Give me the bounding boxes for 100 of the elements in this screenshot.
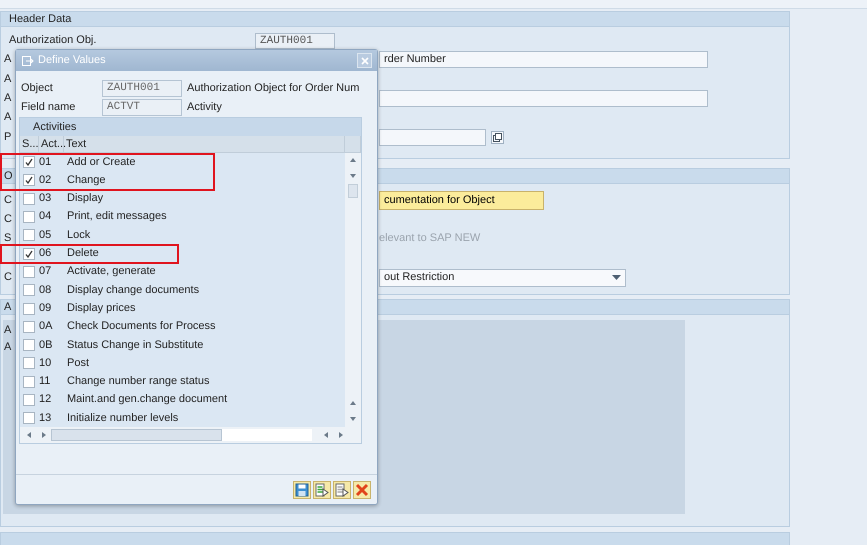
column-header[interactable]: Act... (39, 136, 64, 153)
table-title: Activities (33, 121, 76, 133)
table-cell: 04 (39, 210, 52, 222)
scrollbar-thumb[interactable] (51, 429, 222, 442)
table-cell: 01 (39, 156, 52, 168)
cancel-icon (355, 482, 369, 496)
scroll-right-icon (337, 431, 345, 440)
note-text: elevant to SAP NEW (379, 232, 480, 246)
scroll-left-icon (322, 431, 330, 440)
table-cell: Maint.and gen.change document (67, 393, 228, 406)
checkbox[interactable] (23, 394, 35, 406)
table-cell: 03 (39, 192, 52, 204)
save-icon (295, 482, 309, 496)
table-cell: Change number range status (67, 375, 210, 388)
column-label: A (4, 324, 12, 336)
field-label: A (4, 53, 12, 66)
field-label: Field name (21, 100, 76, 113)
close-icon (360, 56, 368, 64)
window-icon (22, 56, 34, 66)
field-label: Object (21, 82, 53, 94)
checkbox[interactable] (23, 320, 35, 333)
save-button[interactable] (293, 480, 311, 498)
input-field[interactable] (379, 90, 708, 108)
scroll-down-icon (349, 172, 357, 180)
table-cell: Display (67, 192, 104, 204)
table-cell: Initialize number levels (67, 412, 178, 424)
remove-button[interactable] (333, 480, 351, 498)
checkbox[interactable] (23, 376, 35, 388)
table-cell: Lock (67, 228, 90, 241)
field-label: C (4, 213, 12, 226)
vertical-scrollbar[interactable] (345, 153, 361, 428)
dropdown-caret-icon (612, 274, 621, 281)
copy-icon (493, 132, 502, 142)
close-button[interactable] (357, 53, 372, 68)
column-header[interactable]: Text (64, 136, 345, 153)
field-description: Activity (187, 100, 222, 114)
table-cell: Delete (67, 247, 99, 260)
checkbox[interactable] (23, 248, 35, 260)
table-cell: 12 (39, 393, 52, 406)
table-cell: Status Change in Substitute (67, 338, 204, 351)
table-cell: 05 (39, 228, 52, 241)
scroll-up-icon (349, 399, 357, 408)
checkbox[interactable] (23, 211, 35, 224)
field-label: C (4, 194, 12, 206)
checkbox[interactable] (23, 302, 35, 315)
table-cell: 10 (39, 356, 52, 369)
checkbox[interactable] (23, 174, 35, 186)
table-cell: Check Documents for Process (67, 320, 216, 332)
input-field[interactable]: ZAUTH001 (255, 32, 335, 49)
horizontal-scrollbar[interactable] (20, 427, 361, 444)
document-arrow-icon (335, 482, 349, 496)
table-cell: Change (67, 174, 106, 186)
table-cell: 0B (39, 338, 52, 351)
field-label: A (4, 72, 12, 85)
column-header[interactable]: S... (20, 136, 39, 153)
copy-button[interactable] (491, 130, 504, 144)
scroll-down-icon (349, 415, 357, 424)
table-cell: Display change documents (67, 284, 200, 296)
field-label: S (4, 232, 12, 244)
cancel-button[interactable] (353, 480, 371, 498)
checkbox[interactable] (23, 266, 35, 278)
checkbox[interactable] (23, 339, 35, 352)
field-description: Authorization Object for Order Num (187, 82, 360, 96)
checkbox[interactable] (23, 156, 35, 168)
document-arrow-icon (315, 482, 329, 496)
section-title: O (4, 170, 13, 182)
field-label: C (4, 271, 12, 284)
dropdown-value: out Restriction (384, 271, 454, 284)
scroll-right-icon (40, 431, 48, 440)
table-cell: Display prices (67, 302, 136, 314)
documentation-button[interactable]: cumentation for Object (379, 190, 544, 210)
table-cell: 07 (39, 265, 52, 278)
table-cell: Post (67, 356, 90, 369)
table-cell: 02 (39, 174, 52, 186)
section-title: Header Data (9, 13, 72, 25)
dropdown-field[interactable]: out Restriction (379, 268, 626, 287)
input-field[interactable]: rder Number (379, 51, 708, 68)
checkbox[interactable] (23, 229, 35, 242)
table-cell: 06 (39, 247, 52, 260)
check-icon (25, 158, 33, 166)
table-cell: Print, edit messages (67, 210, 167, 222)
checkbox[interactable] (23, 284, 35, 296)
checkbox[interactable] (23, 192, 35, 205)
field-label: A (4, 111, 12, 124)
input-field[interactable]: ACTVT (102, 99, 182, 116)
check-icon (25, 250, 33, 258)
table-cell: 13 (39, 412, 52, 424)
add-button[interactable] (313, 480, 331, 498)
column-label: A (4, 341, 12, 354)
scrollbar-thumb[interactable] (348, 184, 358, 198)
check-icon (25, 176, 33, 184)
field-label: P (4, 130, 12, 143)
dialog-title: Define Values (38, 54, 106, 68)
scroll-up-icon (349, 156, 357, 164)
table-cell: Add or Create (67, 156, 136, 168)
field-label: Authorization Obj. (9, 34, 96, 46)
checkbox[interactable] (23, 412, 35, 424)
input-field[interactable]: ZAUTH001 (102, 80, 182, 97)
checkbox[interactable] (23, 357, 35, 370)
input-field[interactable] (379, 128, 486, 146)
